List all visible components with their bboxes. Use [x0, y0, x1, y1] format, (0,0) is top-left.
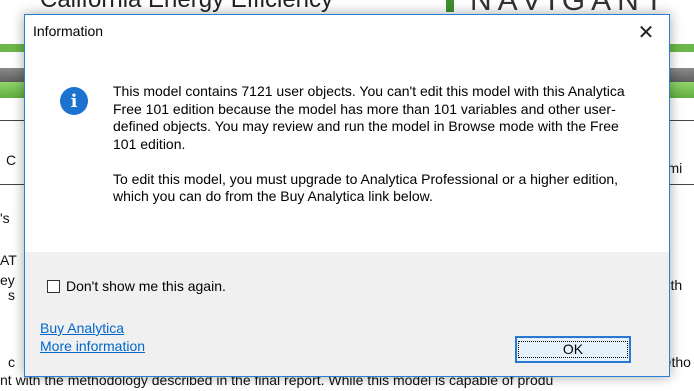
close-icon: ✕ — [637, 21, 655, 44]
background-text: AT — [0, 252, 17, 268]
background-text: 's — [0, 210, 10, 226]
background-text: c — [8, 354, 15, 370]
dialog-content: i This model contains 7121 user objects.… — [25, 49, 669, 252]
dialog-title: Information — [33, 23, 104, 39]
dont-show-again-label[interactable]: Don't show me this again. — [66, 278, 226, 294]
dont-show-again-row[interactable]: Don't show me this again. — [47, 278, 226, 294]
close-button[interactable]: ✕ — [623, 15, 669, 49]
background-text: C — [6, 152, 17, 168]
message-paragraph: To edit this model, you must upgrade to … — [113, 170, 619, 205]
dialog-footer: Don't show me this again. Buy Analytica … — [25, 252, 669, 376]
buy-analytica-link[interactable]: Buy Analytica — [40, 320, 124, 336]
info-icon: i — [60, 87, 88, 115]
information-dialog: Information ✕ i This model contains 7121… — [24, 14, 670, 377]
message-paragraph: This model contains 7121 user objects. Y… — [113, 83, 625, 152]
ok-button-label: OK — [517, 341, 629, 358]
ok-button[interactable]: OK — [515, 336, 631, 363]
logo-mark — [446, 0, 454, 12]
more-information-link[interactable]: More information — [40, 338, 145, 354]
background-text: ey — [0, 272, 15, 288]
background-title: California Energy Efficiency — [40, 0, 333, 14]
dialog-titlebar[interactable]: Information ✕ — [25, 15, 669, 49]
dont-show-again-checkbox[interactable] — [47, 279, 60, 293]
background-text: s — [8, 287, 15, 303]
dialog-message: This model contains 7121 user objects. Y… — [113, 83, 633, 206]
